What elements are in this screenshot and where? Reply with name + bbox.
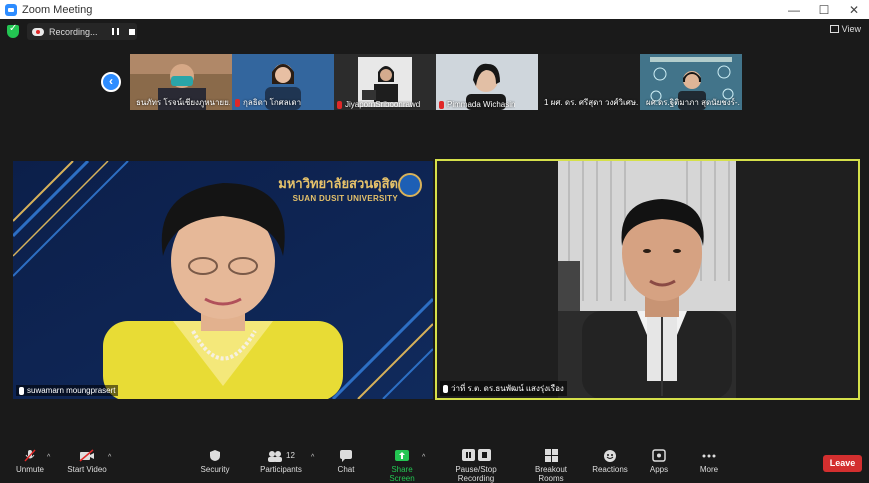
participant-name: ธนภัทร โรจน์เชียงภูหนายย...: [136, 98, 230, 107]
participant-name: Pimmada Wichasin: [439, 100, 515, 109]
apps-icon: [652, 449, 666, 462]
reactions-smiley-icon: [604, 450, 616, 462]
video-off-icon: [79, 449, 94, 462]
participant-name: suwamarn moungprasert: [16, 385, 119, 396]
previous-page-button[interactable]: ‹: [101, 72, 121, 92]
main-video-left[interactable]: มหาวิทยาลัยสวนดุสิต SUAN DUSIT UNIVERSIT…: [13, 161, 433, 399]
participants-options-caret[interactable]: ^: [311, 454, 314, 461]
university-banner: มหาวิทยาลัยสวนดุสิต SUAN DUSIT UNIVERSIT…: [268, 173, 398, 203]
start-video-button[interactable]: Start Video: [66, 449, 108, 474]
audio-options-caret[interactable]: ^: [47, 454, 50, 461]
leave-button[interactable]: Leave: [823, 455, 862, 472]
breakout-rooms-icon: [544, 449, 558, 462]
participant-thumbnail[interactable]: Pimmada Wichasin: [436, 54, 538, 110]
muted-mic-icon: [24, 449, 36, 462]
chat-icon: [340, 450, 352, 462]
share-options-caret[interactable]: ^: [422, 454, 425, 461]
title-bar: Zoom Meeting — ☐ ✕: [0, 0, 869, 19]
close-window-button[interactable]: ✕: [839, 3, 869, 17]
chat-button[interactable]: Chat: [334, 449, 358, 474]
unmute-button[interactable]: Unmute: [14, 449, 46, 474]
view-label: View: [841, 24, 861, 34]
grid-view-icon: [829, 25, 839, 33]
participant-thumbnail[interactable]: 1 ผศ. ดร. ศรีสุดา วงศ์วิเศษ...: [538, 54, 640, 110]
participant-name: ผศ.ดร.ฐิติมาภา สุดนัยชงร์-...: [646, 98, 740, 107]
stop-recording-icon[interactable]: [128, 28, 135, 35]
participant-name: กุลธิดา โกศลเดา: [235, 96, 301, 109]
participant-thumbnail[interactable]: กุลธิดา โกศลเดา: [232, 54, 334, 110]
active-speaker-border: [435, 159, 860, 400]
minimize-button[interactable]: —: [779, 3, 809, 17]
muted-mic-icon: [439, 100, 444, 109]
participant-thumbnail[interactable]: JiyapornSriboonrawd: [334, 54, 436, 110]
participants-button[interactable]: 12 Participants: [258, 449, 304, 474]
stop-icon: [477, 449, 491, 461]
shield-icon: [210, 450, 220, 461]
university-name-thai: มหาวิทยาลัยสวนดุสิต: [278, 176, 398, 191]
unmuted-mic-icon: [19, 386, 24, 395]
window-title: Zoom Meeting: [22, 3, 93, 16]
pause-recording-icon[interactable]: [111, 28, 119, 35]
security-button[interactable]: Security: [199, 449, 231, 474]
university-name-english: SUAN DUSIT UNIVERSITY: [292, 194, 398, 203]
meeting-top-bar: Recording... View: [0, 19, 869, 44]
meeting-toolbar: Unmute ^ Start Video ^ Security 12 Parti…: [0, 441, 869, 483]
security-shield-icon[interactable]: [7, 23, 19, 38]
participants-count: 12: [286, 451, 295, 460]
breakout-rooms-button[interactable]: Breakout Rooms: [522, 449, 580, 483]
pause-stop-recording-button[interactable]: Pause/Stop Recording: [437, 449, 515, 483]
share-screen-icon: [395, 450, 409, 461]
recording-indicator: Recording...: [27, 23, 137, 40]
more-button[interactable]: More: [697, 449, 721, 474]
recording-label: Recording...: [49, 26, 98, 37]
apps-button[interactable]: Apps: [647, 449, 671, 474]
participant-thumbnail[interactable]: ผศ.ดร.ฐิติมาภา สุดนัยชงร์-...: [640, 54, 742, 110]
view-button[interactable]: View: [829, 24, 861, 34]
participants-icon: [268, 450, 283, 462]
participant-name: JiyapornSriboonrawd: [337, 100, 420, 109]
cloud-recording-icon: [32, 27, 44, 36]
zoom-logo-icon: [5, 3, 17, 16]
video-options-caret[interactable]: ^: [108, 454, 111, 461]
participant-thumbnail[interactable]: ธนภัทร โรจน์เชียงภูหนายย...: [130, 54, 232, 110]
reactions-button[interactable]: Reactions: [591, 449, 629, 474]
muted-mic-icon: [235, 98, 240, 107]
participant-name: 1 ผศ. ดร. ศรีสุดา วงศ์วิเศษ...: [544, 98, 638, 107]
maximize-button[interactable]: ☐: [809, 3, 839, 17]
more-dots-icon: [702, 454, 716, 458]
muted-mic-icon: [337, 100, 342, 109]
share-screen-button[interactable]: Share Screen: [378, 449, 426, 483]
pause-icon: [461, 449, 475, 461]
